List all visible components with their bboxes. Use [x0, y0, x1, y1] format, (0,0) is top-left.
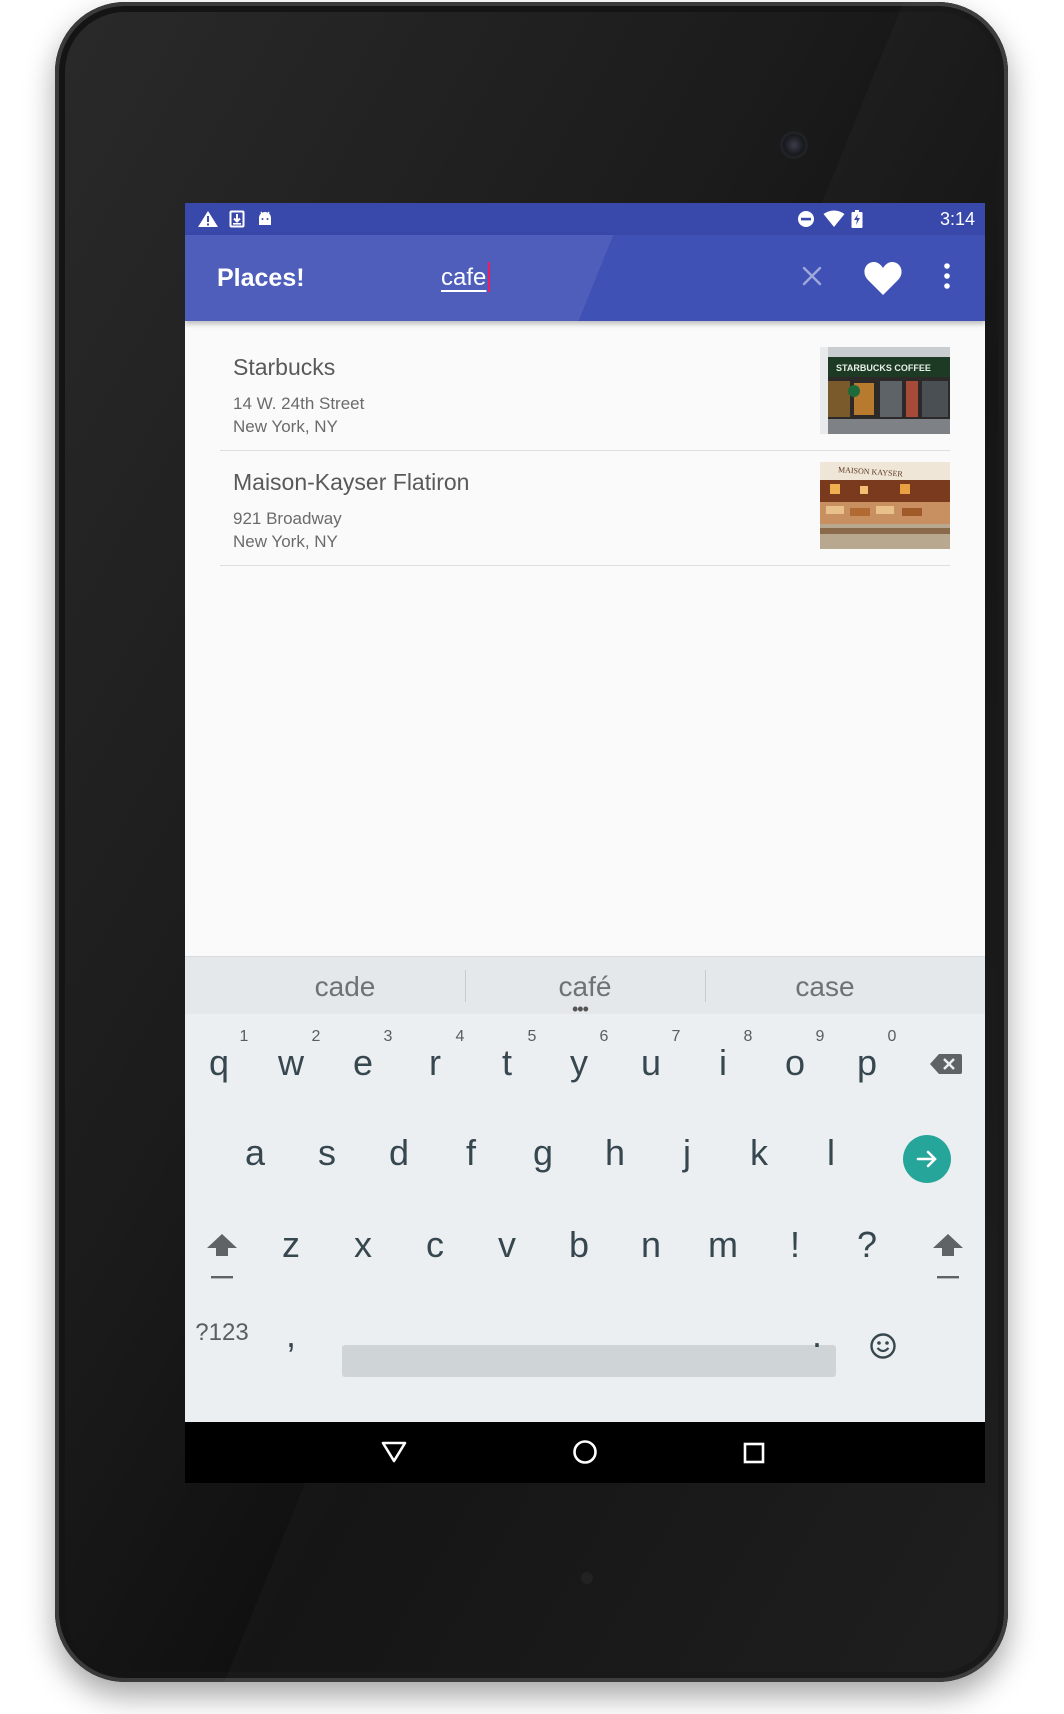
key-a[interactable]: a: [225, 1132, 285, 1174]
place-address-line2: New York, NY: [233, 532, 338, 551]
place-name: Starbucks: [233, 354, 336, 380]
soft-keyboard: 1 2 3 4 5 6 7 8 9 0 q w e r t y u i o p: [185, 1014, 985, 1422]
status-bar: 3:14: [185, 203, 985, 235]
key-t[interactable]: t: [477, 1042, 537, 1084]
key-e[interactable]: e: [333, 1042, 393, 1084]
key-exclamation[interactable]: !: [765, 1224, 825, 1266]
shift-right-icon[interactable]: [931, 1232, 965, 1286]
key-x[interactable]: x: [333, 1224, 393, 1266]
light-sensor: [581, 1572, 593, 1584]
tablet-device: 3:14 Places! cafe Starbucks 14 W. 24th S…: [55, 2, 1008, 1682]
home-icon[interactable]: [572, 1439, 598, 1465]
key-f[interactable]: f: [441, 1132, 501, 1174]
key-k[interactable]: k: [729, 1132, 789, 1174]
arrow-right-icon: [916, 1150, 937, 1168]
key-v[interactable]: v: [477, 1224, 537, 1266]
key-period[interactable]: .: [787, 1314, 847, 1356]
key-m[interactable]: m: [693, 1224, 753, 1266]
key-d[interactable]: d: [369, 1132, 429, 1174]
key-p[interactable]: p: [837, 1042, 897, 1084]
do-not-disturb-icon: [798, 211, 814, 227]
suggestion-strip: cade café ••• case: [185, 956, 985, 1019]
place-thumbnail: MAISON KAYSER: [820, 462, 950, 549]
key-i[interactable]: i: [693, 1042, 753, 1084]
key-u[interactable]: u: [621, 1042, 681, 1084]
favorite-heart-icon[interactable]: [862, 257, 904, 299]
more-suggestions-indicator: •••: [572, 999, 589, 1019]
key-w[interactable]: w: [261, 1042, 321, 1084]
place-thumbnail: STARBUCKS COFFEE: [820, 347, 950, 434]
key-l[interactable]: l: [801, 1132, 861, 1174]
suggestion-divider: [465, 970, 466, 1002]
place-address-line2: New York, NY: [233, 417, 338, 436]
key-r[interactable]: r: [405, 1042, 465, 1084]
key-h[interactable]: h: [585, 1132, 645, 1174]
warning-icon: [198, 211, 218, 227]
key-b[interactable]: b: [549, 1224, 609, 1266]
list-item[interactable]: Starbucks 14 W. 24th Street New York, NY…: [220, 336, 950, 451]
key-comma[interactable]: ,: [261, 1314, 321, 1356]
key-j[interactable]: j: [657, 1132, 717, 1174]
app-title: Places!: [217, 264, 305, 292]
symbols-key[interactable]: ?123: [185, 1319, 259, 1347]
text-cursor: [488, 262, 490, 292]
key-n[interactable]: n: [621, 1224, 681, 1266]
backspace-icon[interactable]: [929, 1052, 963, 1076]
front-camera: [783, 134, 805, 156]
suggestion-divider: [705, 970, 706, 1002]
results-list: Starbucks 14 W. 24th Street New York, NY…: [220, 336, 950, 566]
list-item[interactable]: Maison-Kayser Flatiron 921 Broadway New …: [220, 451, 950, 566]
place-name: Maison-Kayser Flatiron: [233, 469, 470, 495]
wifi-icon: [823, 210, 845, 227]
key-g[interactable]: g: [513, 1132, 573, 1174]
key-y[interactable]: y: [549, 1042, 609, 1084]
screen: 3:14 Places! cafe Starbucks 14 W. 24th S…: [185, 203, 985, 1483]
download-icon: [229, 210, 245, 228]
clear-icon[interactable]: [795, 259, 829, 293]
key-question[interactable]: ?: [837, 1224, 897, 1266]
key-o[interactable]: o: [765, 1042, 825, 1084]
place-address-line1: 14 W. 24th Street: [233, 394, 365, 413]
suggestion-3[interactable]: case: [715, 971, 935, 1003]
battery-charging-icon: [851, 210, 863, 228]
more-vert-icon[interactable]: [937, 259, 957, 293]
back-icon[interactable]: [381, 1440, 407, 1464]
key-q[interactable]: q: [189, 1042, 249, 1084]
key-z[interactable]: z: [261, 1224, 321, 1266]
spacebar[interactable]: [342, 1345, 836, 1377]
app-bar: Places! cafe: [185, 235, 985, 321]
key-c[interactable]: c: [405, 1224, 465, 1266]
emoji-icon[interactable]: [869, 1332, 897, 1360]
key-s[interactable]: s: [297, 1132, 357, 1174]
place-address-line1: 921 Broadway: [233, 509, 342, 528]
suggestion-1[interactable]: cade: [235, 971, 455, 1003]
android-icon: [259, 211, 271, 225]
shift-left-icon[interactable]: [205, 1232, 239, 1286]
search-input[interactable]: cafe: [441, 264, 486, 292]
go-button[interactable]: [903, 1135, 951, 1183]
navigation-bar: [185, 1422, 985, 1483]
thumb-sign-text: STARBUCKS COFFEE: [836, 363, 931, 373]
recents-icon[interactable]: [743, 1442, 765, 1464]
clock: 3:14: [939, 209, 975, 229]
